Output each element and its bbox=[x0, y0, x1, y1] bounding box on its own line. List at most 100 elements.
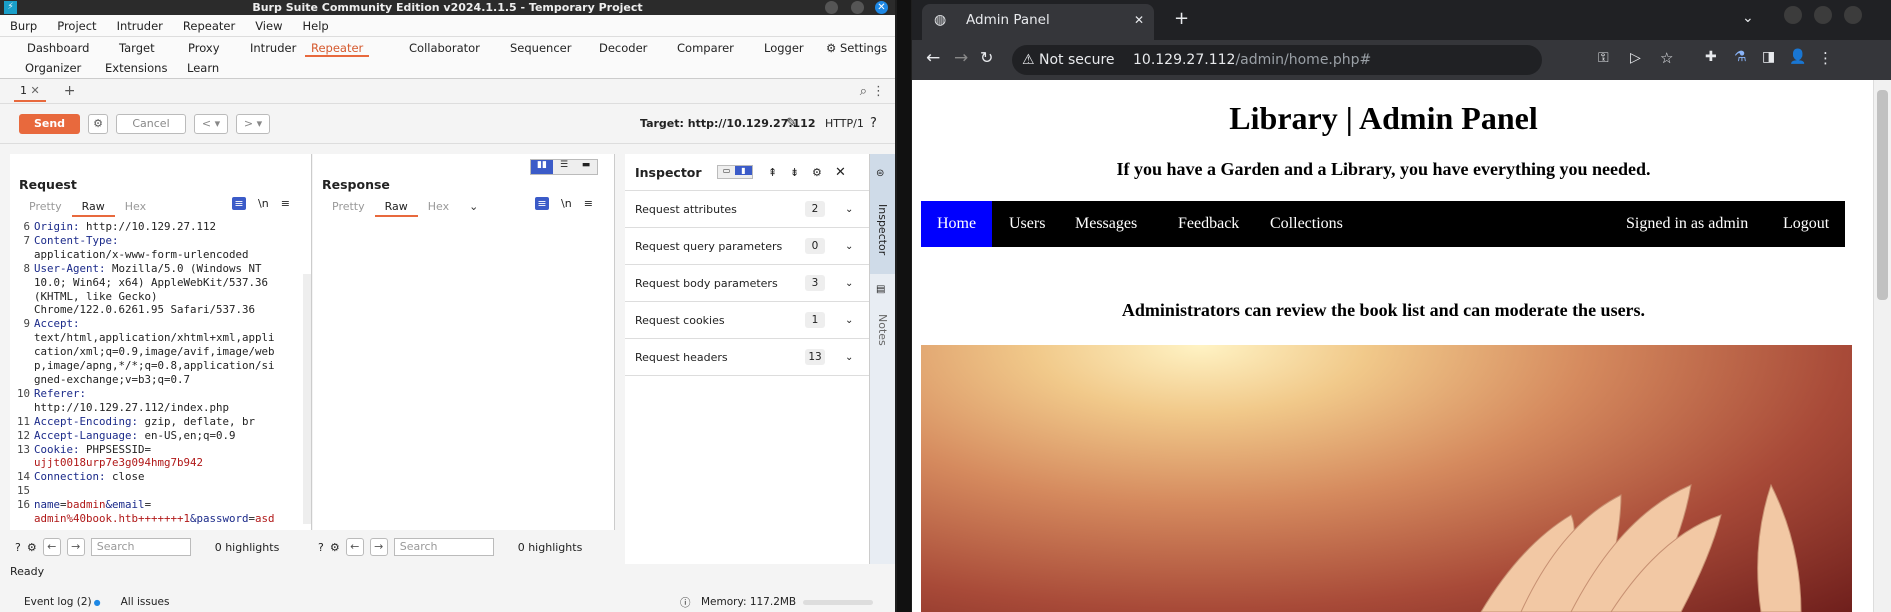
menu-project[interactable]: Project bbox=[57, 19, 96, 33]
tab-dashboard[interactable]: Dashboard bbox=[21, 39, 95, 57]
new-tab-icon[interactable]: + bbox=[1174, 8, 1189, 29]
response-tab-raw[interactable]: Raw bbox=[374, 198, 418, 217]
wrap-icon[interactable]: ≡ bbox=[232, 197, 246, 210]
inspector-row[interactable]: Request attributes 2 ⌄ bbox=[625, 191, 869, 228]
settings-icon[interactable]: ⚙ bbox=[330, 541, 340, 554]
close-icon[interactable] bbox=[1844, 6, 1862, 24]
close-icon[interactable]: ✕ bbox=[835, 165, 846, 180]
side-tab-inspector[interactable]: ⊜ Inspector bbox=[870, 154, 895, 274]
tab-search-icon[interactable]: ⌄ bbox=[1742, 10, 1754, 26]
key-icon[interactable]: ⚿ bbox=[1598, 50, 1609, 66]
expand-all-icon[interactable]: ⇟ bbox=[790, 166, 799, 179]
edit-target-icon[interactable]: ✎ bbox=[786, 116, 797, 131]
inspector-row[interactable]: Request body parameters 3 ⌄ bbox=[625, 265, 869, 302]
nav-logout[interactable]: Logout bbox=[1769, 201, 1843, 247]
add-tab-icon[interactable]: + bbox=[64, 83, 76, 99]
help-icon[interactable]: ? bbox=[15, 541, 21, 554]
extensions-icon[interactable]: ✚ bbox=[1705, 49, 1717, 65]
cancel-button[interactable]: Cancel bbox=[116, 113, 186, 134]
request-tab-hex[interactable]: Hex bbox=[115, 198, 156, 217]
next-icon[interactable]: → bbox=[369, 538, 388, 556]
bookmark-star-icon[interactable]: ☆ bbox=[1660, 49, 1673, 67]
settings-icon[interactable]: ⚙ bbox=[27, 541, 37, 554]
prev-icon[interactable]: ← bbox=[345, 538, 364, 556]
request-scrollbar[interactable] bbox=[303, 274, 311, 524]
response-tab-hex[interactable]: Hex bbox=[418, 198, 459, 217]
http-version[interactable]: HTTP/1 bbox=[825, 117, 864, 130]
tab-repeater[interactable]: Repeater bbox=[305, 39, 370, 57]
kebab-menu-icon[interactable]: ⋮ bbox=[1818, 49, 1833, 67]
repeater-tab-1[interactable]: 1 ✕ bbox=[14, 80, 46, 102]
layout-tabs-icon[interactable]: ▬ bbox=[575, 160, 597, 174]
back-button[interactable]: < ▾ bbox=[194, 113, 228, 134]
tab-target[interactable]: Target bbox=[113, 39, 161, 57]
send-settings-icon[interactable]: ⚙ bbox=[88, 113, 108, 134]
minimize-icon[interactable] bbox=[1784, 6, 1802, 24]
nav-users[interactable]: Users bbox=[995, 201, 1059, 247]
menu-view[interactable]: View bbox=[255, 19, 282, 33]
tab-learn[interactable]: Learn bbox=[181, 59, 225, 77]
scroll-thumb[interactable] bbox=[1877, 90, 1888, 300]
newline-icon[interactable]: \n bbox=[258, 197, 269, 210]
browser-tab[interactable]: ◍ Admin Panel ✕ bbox=[922, 4, 1154, 40]
tab-settings[interactable]: ⚙ Settings bbox=[820, 39, 893, 57]
response-search-input[interactable]: Search bbox=[393, 538, 494, 556]
tab-collaborator[interactable]: Collaborator bbox=[403, 39, 486, 57]
menu-icon[interactable]: ≡ bbox=[584, 197, 593, 210]
close-tab-icon[interactable]: ✕ bbox=[31, 84, 40, 97]
help-icon[interactable]: ? bbox=[318, 541, 324, 554]
sidepanel-icon[interactable]: ◨ bbox=[1762, 49, 1775, 65]
prev-icon[interactable]: ← bbox=[42, 538, 61, 556]
response-tab-pretty[interactable]: Pretty bbox=[322, 198, 375, 217]
request-search-input[interactable]: Search bbox=[90, 538, 191, 556]
nav-home[interactable]: Home bbox=[921, 201, 992, 247]
minimize-icon[interactable] bbox=[825, 1, 838, 14]
send-button[interactable]: Send bbox=[19, 113, 80, 134]
send-icon[interactable]: ▷ bbox=[1630, 50, 1641, 66]
tab-organizer[interactable]: Organizer bbox=[19, 59, 87, 77]
kebab-menu-icon[interactable]: ⋮ bbox=[872, 84, 885, 99]
request-tab-pretty[interactable]: Pretty bbox=[19, 198, 72, 217]
layout-split-icon[interactable]: ▮▮ bbox=[531, 160, 553, 174]
url-bar[interactable]: ⚠ Not secure 10.129.27.112/admin/home.ph… bbox=[1012, 45, 1542, 75]
tab-logger[interactable]: Logger bbox=[758, 39, 810, 57]
close-tab-icon[interactable]: ✕ bbox=[1134, 4, 1144, 36]
forward-icon[interactable]: → bbox=[954, 48, 968, 68]
inspector-layout-toggle[interactable]: ▭ ▮ bbox=[717, 165, 753, 179]
tab-intruder[interactable]: Intruder bbox=[244, 39, 302, 57]
nav-feedback[interactable]: Feedback bbox=[1164, 201, 1253, 247]
inspector-row[interactable]: Request headers 13 ⌄ bbox=[625, 339, 869, 376]
side-tab-notes[interactable]: ▤ Notes bbox=[870, 274, 895, 364]
menu-burp[interactable]: Burp bbox=[10, 19, 37, 33]
menu-intruder[interactable]: Intruder bbox=[117, 19, 163, 33]
nav-collections[interactable]: Collections bbox=[1256, 201, 1357, 247]
tab-proxy[interactable]: Proxy bbox=[182, 39, 226, 57]
request-tab-raw[interactable]: Raw bbox=[71, 198, 115, 217]
close-icon[interactable]: ✕ bbox=[875, 1, 888, 14]
wrap-icon[interactable]: ≡ bbox=[535, 197, 549, 210]
menu-repeater[interactable]: Repeater bbox=[183, 19, 235, 33]
search-icon[interactable]: ⌕ bbox=[860, 84, 867, 99]
tab-sequencer[interactable]: Sequencer bbox=[504, 39, 577, 57]
back-icon[interactable]: ← bbox=[926, 48, 940, 68]
collapse-all-icon[interactable]: ⇞ bbox=[768, 166, 777, 179]
layout-rows-icon[interactable]: ☰ bbox=[553, 160, 575, 174]
inspector-row[interactable]: Request cookies 1 ⌄ bbox=[625, 302, 869, 339]
settings-icon[interactable]: ⚙ bbox=[812, 166, 822, 179]
profile-icon[interactable]: 👤 bbox=[1789, 49, 1806, 65]
menu-help[interactable]: Help bbox=[302, 19, 328, 33]
maximize-icon[interactable] bbox=[851, 1, 864, 14]
forward-button[interactable]: > ▾ bbox=[236, 113, 270, 134]
next-icon[interactable]: → bbox=[66, 538, 85, 556]
inspector-row[interactable]: Request query parameters 0 ⌄ bbox=[625, 228, 869, 265]
help-icon[interactable]: ? bbox=[870, 116, 877, 131]
tab-comparer[interactable]: Comparer bbox=[671, 39, 740, 57]
newline-icon[interactable]: \n bbox=[561, 197, 572, 210]
event-log-link[interactable]: Event log (2) bbox=[24, 596, 92, 608]
maximize-icon[interactable] bbox=[1814, 6, 1832, 24]
request-editor[interactable]: 6 Origin: http://10.129.27.112 7 Content-Ty… bbox=[10, 220, 299, 524]
tab-extensions[interactable]: Extensions bbox=[99, 59, 173, 77]
reload-icon[interactable]: ↻ bbox=[980, 48, 993, 67]
menu-icon[interactable]: ≡ bbox=[281, 197, 290, 210]
nav-messages[interactable]: Messages bbox=[1061, 201, 1151, 247]
